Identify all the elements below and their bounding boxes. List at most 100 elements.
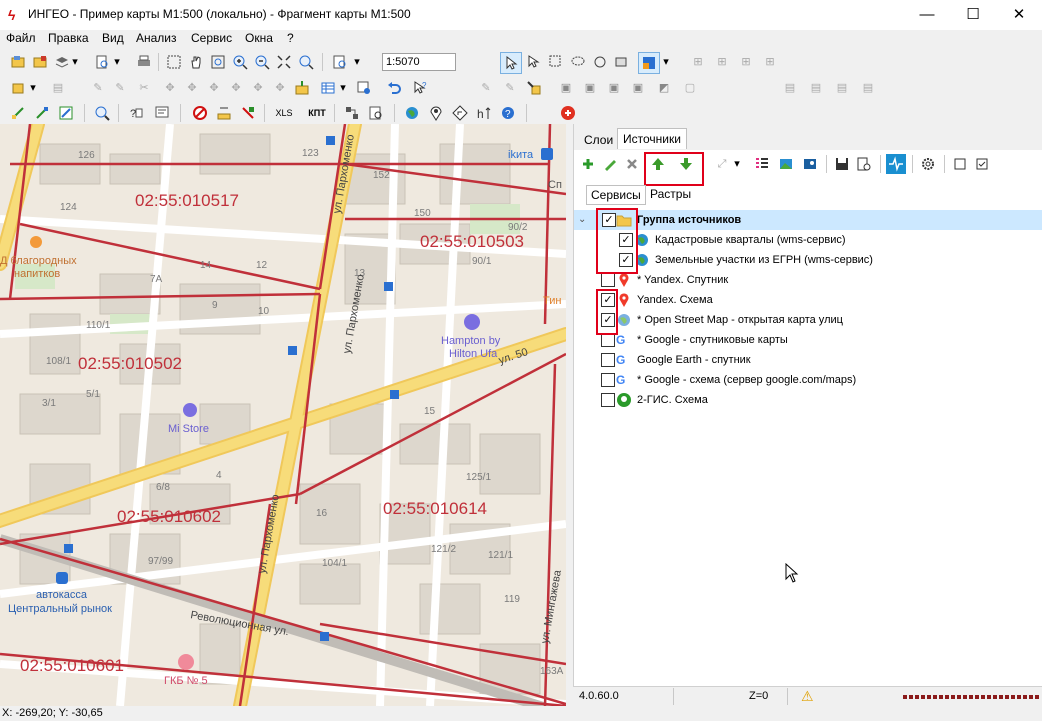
source-row[interactable]: ✓ Кадастровые кварталы (wms-сервис) — [574, 230, 1042, 250]
properties-icon[interactable] — [354, 78, 374, 98]
chevron-down-icon[interactable]: ▾ — [660, 52, 672, 72]
map-style-icon[interactable] — [638, 52, 660, 74]
delete-icon[interactable] — [622, 154, 642, 174]
save-icon[interactable] — [832, 154, 852, 174]
source-row[interactable]: * Yandex. Спутник — [574, 270, 1042, 290]
transform-2-icon[interactable] — [32, 103, 52, 123]
source-row[interactable]: ✓ Земельные участки из ЕГРН (wms-сервис) — [574, 250, 1042, 270]
chevron-down-icon[interactable]: ▾ — [112, 52, 122, 72]
menu-file[interactable]: Файл — [6, 31, 36, 45]
activity-icon[interactable] — [886, 154, 906, 174]
undo-icon[interactable] — [384, 78, 404, 98]
document-search-icon[interactable] — [366, 103, 386, 123]
maximize-button[interactable]: ☐ — [950, 0, 996, 30]
query-icon[interactable]: ? — [126, 103, 146, 123]
plugin-icon[interactable] — [558, 103, 578, 123]
scale-zoom-icon[interactable] — [330, 52, 350, 72]
source-checkbox[interactable] — [601, 273, 615, 287]
source-row[interactable]: ✓ Yandex. Схема — [574, 290, 1042, 310]
close-button[interactable]: ✕ — [996, 0, 1042, 30]
direction-icon[interactable] — [450, 103, 470, 123]
transform-3-icon[interactable] — [56, 103, 76, 123]
edit-pencil-icon[interactable] — [600, 154, 620, 174]
search-icon[interactable] — [92, 103, 112, 123]
zoom-full-icon[interactable] — [274, 52, 294, 72]
tab-sources[interactable]: Источники — [617, 128, 687, 149]
map-pin-icon[interactable] — [426, 103, 446, 123]
help-pointer-icon[interactable]: ? — [410, 78, 430, 98]
semantics-icon[interactable] — [292, 78, 312, 98]
chevron-down-icon[interactable]: ▾ — [732, 154, 742, 174]
minimize-button[interactable]: — — [904, 0, 950, 30]
slash-icon[interactable]: ◩ — [654, 78, 674, 98]
source-row[interactable]: 2-ГИС. Схема — [574, 390, 1042, 410]
menu-analysis[interactable]: Анализ — [136, 31, 177, 45]
layers-icon[interactable] — [52, 52, 72, 72]
menu-help[interactable]: ? — [287, 31, 294, 45]
ungroup-icon[interactable]: ▣ — [580, 78, 600, 98]
select-rect-icon[interactable] — [546, 52, 566, 72]
query-text-icon[interactable] — [152, 103, 172, 123]
print-icon[interactable] — [134, 52, 154, 72]
source-row[interactable]: G * Google - схема (сервер google.com/ma… — [574, 370, 1042, 390]
select-circle-icon[interactable] — [590, 52, 610, 72]
arrange-icon[interactable]: ▣ — [604, 78, 624, 98]
extent-icon[interactable] — [164, 52, 184, 72]
warning-icon[interactable]: ⚠ — [801, 688, 814, 705]
arrange-back-icon[interactable]: ▣ — [628, 78, 648, 98]
new-object-icon[interactable] — [8, 78, 28, 98]
chevron-down-icon[interactable]: ▾ — [28, 78, 38, 98]
doc-settings-icon[interactable] — [854, 154, 874, 174]
chevron-down-icon[interactable]: ▾ — [338, 78, 348, 98]
zoom-in-icon[interactable] — [230, 52, 250, 72]
tab-rasters[interactable]: Растры — [646, 185, 695, 203]
source-row[interactable]: G * Google - спутниковые карты — [574, 330, 1042, 350]
help-icon[interactable]: ? — [498, 103, 518, 123]
chevron-down-icon[interactable]: ⌄ — [578, 210, 586, 230]
uncheck-all-icon[interactable] — [950, 154, 970, 174]
xls-export-button[interactable]: XLS — [272, 103, 296, 123]
table-icon[interactable] — [318, 78, 338, 98]
open-project-icon[interactable] — [30, 52, 50, 72]
select-query-icon[interactable] — [524, 52, 544, 72]
map-view[interactable]: 02:55:010517 02:55:010503 02:55:010502 0… — [0, 124, 566, 706]
zoom-out-icon[interactable] — [252, 52, 272, 72]
print-preview-icon[interactable] — [92, 52, 112, 72]
menu-edit[interactable]: Правка — [48, 31, 89, 45]
zoom-previous-icon[interactable] — [296, 52, 316, 72]
source-checkbox[interactable] — [601, 393, 615, 407]
select-arrow-icon[interactable] — [500, 52, 522, 74]
chevron-down-icon[interactable]: ▾ — [352, 52, 362, 72]
source-row[interactable]: ✓ * Open Street Map - открытая карта ули… — [574, 310, 1042, 330]
open-map-icon[interactable] — [8, 52, 28, 72]
image-icon[interactable] — [776, 154, 796, 174]
scheme-icon[interactable] — [342, 103, 362, 123]
image-2-icon[interactable] — [800, 154, 820, 174]
tab-services[interactable]: Сервисы — [586, 185, 646, 205]
source-group-row[interactable]: ⌄ ✓ Группа источников — [574, 210, 1042, 230]
measure-icon[interactable] — [214, 103, 234, 123]
source-checkbox[interactable] — [601, 373, 615, 387]
kpt-button[interactable]: КПТ — [306, 103, 328, 123]
pan-hand-icon[interactable] — [186, 52, 206, 72]
height-icon[interactable]: h — [474, 103, 494, 123]
gear-icon[interactable] — [918, 154, 938, 174]
group-icon[interactable]: ▣ — [556, 78, 576, 98]
zoom-window-icon[interactable] — [208, 52, 228, 72]
measure-2-icon[interactable] — [238, 103, 258, 123]
tab-layers[interactable]: Слои — [579, 130, 618, 150]
list-icon[interactable] — [752, 154, 772, 174]
no-entry-icon[interactable] — [190, 103, 210, 123]
source-row[interactable]: G Google Earth - спутник — [574, 350, 1042, 370]
menu-service[interactable]: Сервис — [191, 31, 232, 45]
scale-input[interactable] — [382, 53, 456, 71]
source-checkbox[interactable] — [601, 353, 615, 367]
globe-icon[interactable] — [402, 103, 422, 123]
add-icon[interactable] — [578, 154, 598, 174]
select-lasso-icon[interactable] — [568, 52, 588, 72]
transform-icon[interactable] — [8, 103, 28, 123]
source-checkbox[interactable] — [601, 333, 615, 347]
chevron-down-icon[interactable]: ▾ — [70, 52, 80, 72]
menu-view[interactable]: Вид — [102, 31, 124, 45]
check-all-icon[interactable] — [972, 154, 992, 174]
